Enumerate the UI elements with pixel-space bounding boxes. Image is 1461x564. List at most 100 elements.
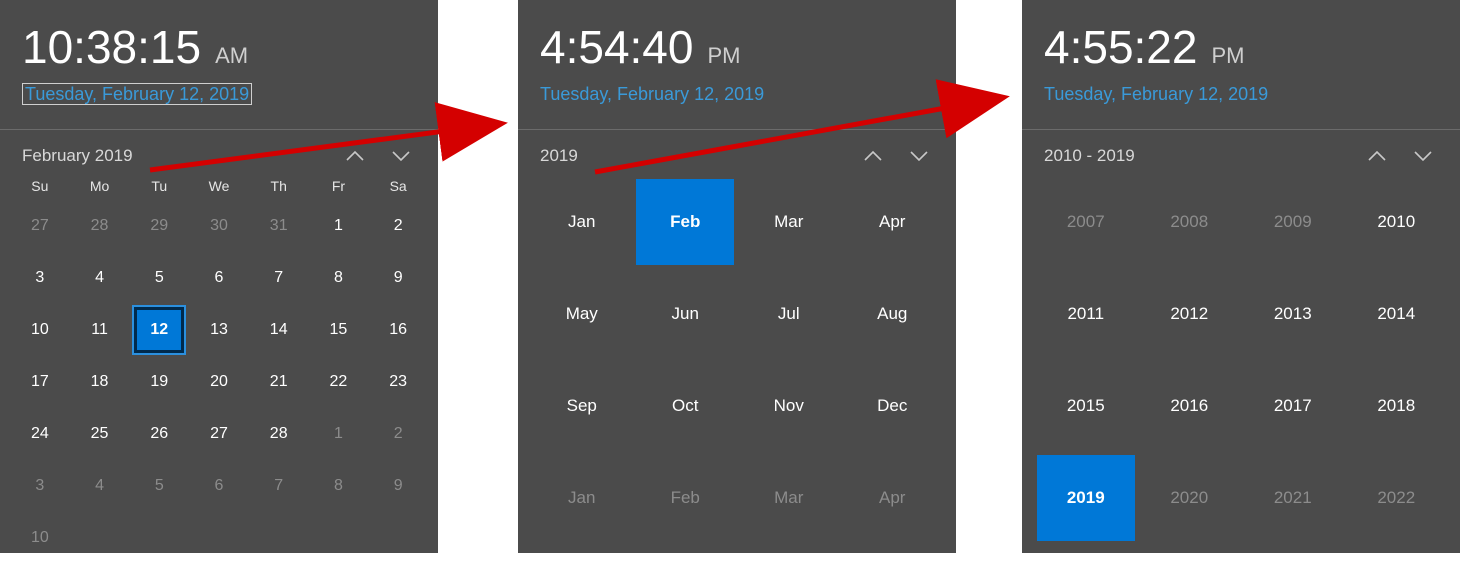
chevron-down-icon[interactable]	[390, 147, 412, 165]
date-link[interactable]: Tuesday, February 12, 2019	[1044, 84, 1268, 104]
calendar-day[interactable]: 27	[10, 200, 70, 252]
calendar-month[interactable]: Feb	[634, 452, 738, 544]
calendar-month[interactable]: Apr	[841, 176, 945, 268]
calendar-year[interactable]: 2018	[1345, 360, 1449, 452]
calendar-month[interactable]: Jun	[634, 268, 738, 360]
time-line: 10:38:15 AM	[22, 20, 416, 74]
calendar-month[interactable]: Nov	[737, 360, 841, 452]
calendar-day[interactable]: 28	[249, 408, 309, 460]
calendar-scope-label[interactable]: 2010 - 2019	[1044, 146, 1135, 166]
date-link[interactable]: Tuesday, February 12, 2019	[22, 83, 252, 105]
calendar-day[interactable]: 6	[189, 460, 249, 512]
calendar-day[interactable]: 8	[309, 460, 369, 512]
calendar-year[interactable]: 2009	[1241, 176, 1345, 268]
calendar-day[interactable]: 20	[189, 356, 249, 408]
calendar-day[interactable]: 7	[249, 460, 309, 512]
calendar-day[interactable]: 26	[129, 408, 189, 460]
calendar-day[interactable]: 7	[249, 252, 309, 304]
calendar-month[interactable]: Apr	[841, 452, 945, 544]
date-line[interactable]: Tuesday, February 12, 2019	[1044, 84, 1268, 105]
clock-ampm: AM	[215, 43, 248, 69]
calendar-day[interactable]: 30	[189, 200, 249, 252]
calendar-month[interactable]: Jan	[530, 176, 634, 268]
calendar-day[interactable]: 5	[129, 252, 189, 304]
calendar-month[interactable]: Jan	[530, 452, 634, 544]
calendar-day[interactable]: 5	[129, 460, 189, 512]
calendar-day[interactable]: 31	[249, 200, 309, 252]
calendar-day[interactable]: 4	[70, 460, 130, 512]
calendar-day[interactable]: 18	[70, 356, 130, 408]
calendar-year[interactable]: 2022	[1345, 452, 1449, 544]
calendar-year[interactable]: 2010	[1345, 176, 1449, 268]
calendar-day[interactable]: 25	[70, 408, 130, 460]
calendar-day[interactable]: 17	[10, 356, 70, 408]
calendar-day[interactable]: 11	[70, 304, 130, 356]
calendar-year[interactable]: 2007	[1034, 176, 1138, 268]
chevron-up-icon[interactable]	[1366, 147, 1388, 165]
calendar-year[interactable]: 2014	[1345, 268, 1449, 360]
calendar-year[interactable]: 2017	[1241, 360, 1345, 452]
calendar-day[interactable]: 16	[368, 304, 428, 356]
calendar-year[interactable]: 2019	[1034, 452, 1138, 544]
calendar-day[interactable]: 15	[309, 304, 369, 356]
weekday-label: We	[189, 178, 249, 194]
calendar-day[interactable]: 3	[10, 460, 70, 512]
calendar-day[interactable]: 21	[249, 356, 309, 408]
chevron-up-icon[interactable]	[862, 147, 884, 165]
calendar-day[interactable]: 4	[70, 252, 130, 304]
calendar-day[interactable]: 1	[309, 200, 369, 252]
calendar-day[interactable]: 8	[309, 252, 369, 304]
calendar-day[interactable]: 10	[10, 304, 70, 356]
calendar-day[interactable]: 2	[368, 408, 428, 460]
calendar-flyout-days: 10:38:15 AM Tuesday, February 12, 2019 F…	[0, 0, 438, 553]
calendar-day[interactable]: 14	[249, 304, 309, 356]
calendar-month[interactable]: May	[530, 268, 634, 360]
calendar-day[interactable]: 19	[129, 356, 189, 408]
weekday-label: Su	[10, 178, 70, 194]
calendar-day[interactable]: 23	[368, 356, 428, 408]
calendar-scope-label[interactable]: 2019	[540, 146, 578, 166]
calendar-year[interactable]: 2015	[1034, 360, 1138, 452]
chevron-up-icon[interactable]	[344, 147, 366, 165]
calendar-day[interactable]: 2	[368, 200, 428, 252]
calendar-month[interactable]: Jul	[737, 268, 841, 360]
calendar-day[interactable]: 28	[70, 200, 130, 252]
calendar-year[interactable]: 2011	[1034, 268, 1138, 360]
calendar-day[interactable]: 9	[368, 460, 428, 512]
calendar-day[interactable]: 3	[10, 252, 70, 304]
calendar-month[interactable]: Mar	[737, 452, 841, 544]
date-link[interactable]: Tuesday, February 12, 2019	[540, 84, 764, 104]
calendar-day[interactable]: 12	[129, 304, 189, 356]
calendar-month[interactable]: Aug	[841, 268, 945, 360]
calendar-month[interactable]: Oct	[634, 360, 738, 452]
calendar-scope-label[interactable]: February 2019	[22, 146, 133, 166]
calendar-month[interactable]: Feb	[634, 176, 738, 268]
calendar-year[interactable]: 2021	[1241, 452, 1345, 544]
date-line[interactable]: Tuesday, February 12, 2019	[540, 84, 764, 105]
calendar-day[interactable]: 24	[10, 408, 70, 460]
calendar-year[interactable]: 2020	[1138, 452, 1242, 544]
chevron-down-icon[interactable]	[1412, 147, 1434, 165]
weekday-header: SuMoTuWeThFrSa	[0, 172, 438, 198]
calendar-month[interactable]: Dec	[841, 360, 945, 452]
calendar-day[interactable]: 6	[189, 252, 249, 304]
calendar-day[interactable]: 10	[10, 512, 70, 564]
calendar-year[interactable]: 2008	[1138, 176, 1242, 268]
calendar-year[interactable]: 2013	[1241, 268, 1345, 360]
calendar-year[interactable]: 2016	[1138, 360, 1242, 452]
time-line: 4:54:40 PM	[540, 20, 934, 74]
calendar-month[interactable]: Sep	[530, 360, 634, 452]
calendar-day[interactable]: 13	[189, 304, 249, 356]
calendar-day[interactable]: 22	[309, 356, 369, 408]
nav-arrows	[862, 147, 942, 165]
date-line[interactable]: Tuesday, February 12, 2019	[22, 84, 252, 105]
calendar-day[interactable]: 29	[129, 200, 189, 252]
calendar-day[interactable]: 27	[189, 408, 249, 460]
weekday-label: Fr	[309, 178, 369, 194]
calendar-day[interactable]: 9	[368, 252, 428, 304]
calendar-day[interactable]: 1	[309, 408, 369, 460]
chevron-down-icon[interactable]	[908, 147, 930, 165]
calendar-month[interactable]: Mar	[737, 176, 841, 268]
clock-time: 10:38:15	[22, 20, 201, 74]
calendar-year[interactable]: 2012	[1138, 268, 1242, 360]
